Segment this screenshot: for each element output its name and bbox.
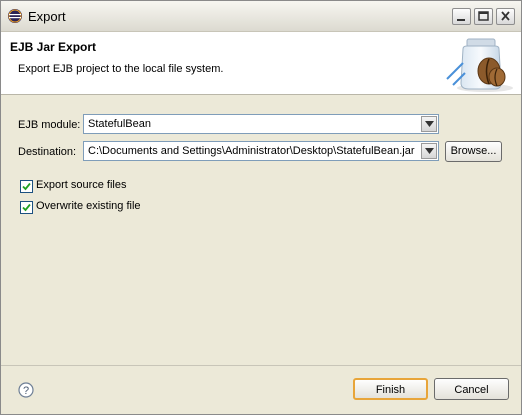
browse-button-label: Browse...: [450, 145, 497, 157]
ejb-module-dropdown-button[interactable]: [421, 116, 437, 132]
checkmark-icon: [22, 182, 31, 191]
eclipse-icon: [8, 9, 22, 23]
minimize-icon: [457, 19, 465, 21]
browse-button[interactable]: Browse...: [445, 141, 502, 162]
ejb-module-combo[interactable]: StatefulBean: [83, 114, 439, 134]
overwrite-label[interactable]: Overwrite existing file: [36, 200, 141, 212]
window-title: Export: [28, 9, 66, 24]
close-button[interactable]: [496, 8, 515, 25]
chevron-down-icon: [425, 148, 434, 154]
minimize-button[interactable]: [452, 8, 471, 25]
destination-label: Destination:: [18, 146, 77, 158]
jar-wizard-icon: [446, 38, 513, 92]
cancel-button[interactable]: Cancel: [434, 378, 509, 400]
export-source-label[interactable]: Export source files: [36, 179, 126, 191]
finish-button[interactable]: Finish: [353, 378, 428, 400]
close-icon: [501, 11, 510, 21]
banner-description: Export EJB project to the local file sys…: [18, 63, 224, 75]
destination-dropdown-button[interactable]: [421, 143, 437, 159]
svg-text:?: ?: [23, 385, 29, 397]
maximize-button[interactable]: [474, 8, 493, 25]
maximize-icon: [478, 11, 489, 21]
cancel-button-label: Cancel: [454, 384, 489, 396]
wizard-banner: EJB Jar Export Export EJB project to the…: [1, 32, 521, 95]
overwrite-checkbox[interactable]: [20, 201, 33, 214]
checkmark-icon: [22, 203, 31, 212]
finish-button-label: Finish: [375, 384, 406, 396]
ejb-module-label: EJB module:: [18, 119, 81, 131]
title-bar[interactable]: Export: [1, 1, 521, 32]
banner-title: EJB Jar Export: [10, 40, 97, 54]
destination-value: C:\Documents and Settings\Administrator\…: [88, 145, 415, 157]
export-dialog: Export EJB Jar Export Export EJB project…: [0, 0, 522, 415]
help-icon[interactable]: ?: [18, 382, 34, 398]
wizard-body: EJB module: StatefulBean Destination: C:…: [1, 95, 521, 365]
export-source-checkbox[interactable]: [20, 180, 33, 193]
chevron-down-icon: [425, 121, 434, 127]
footer-divider: [1, 365, 521, 366]
ejb-module-value: StatefulBean: [88, 118, 151, 130]
destination-combo[interactable]: C:\Documents and Settings\Administrator\…: [83, 141, 439, 161]
